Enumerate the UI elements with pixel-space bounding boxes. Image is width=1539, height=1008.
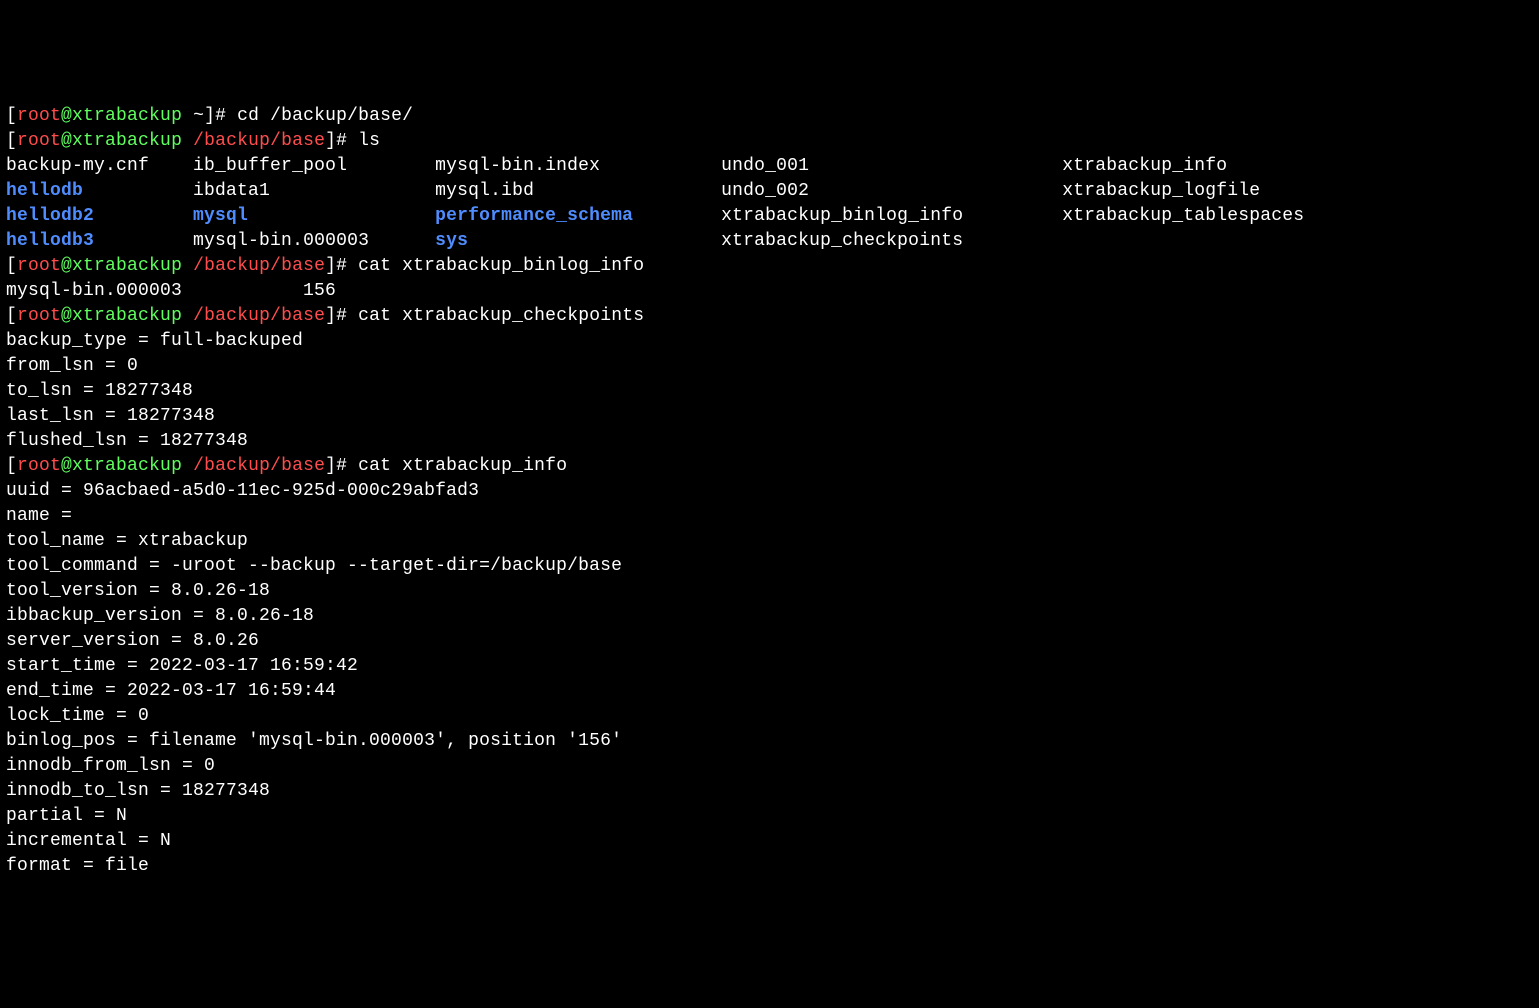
prompt-line: [root@xtrabackup /backup/base]# cat xtra…: [6, 304, 1533, 329]
prompt-line: [root@xtrabackup /backup/base]# cat xtra…: [6, 454, 1533, 479]
info-line: name =: [6, 504, 1533, 529]
info-line: incremental = N: [6, 829, 1533, 854]
checkpoint-line: last_lsn = 18277348: [6, 404, 1533, 429]
info-line: end_time = 2022-03-17 16:59:44: [6, 679, 1533, 704]
ls-row: hellodb ibdata1 mysql.ibd undo_002 xtrab…: [6, 179, 1533, 204]
terminal-output[interactable]: [root@xtrabackup ~]# cd /backup/base/[ro…: [6, 104, 1533, 879]
prompt-line: [root@xtrabackup ~]# cd /backup/base/: [6, 104, 1533, 129]
checkpoint-line: flushed_lsn = 18277348: [6, 429, 1533, 454]
info-line: format = file: [6, 854, 1533, 879]
info-line: start_time = 2022-03-17 16:59:42: [6, 654, 1533, 679]
binlog-info-line: mysql-bin.000003 156: [6, 279, 1533, 304]
ls-row: backup-my.cnf ib_buffer_pool mysql-bin.i…: [6, 154, 1533, 179]
info-line: uuid = 96acbaed-a5d0-11ec-925d-000c29abf…: [6, 479, 1533, 504]
prompt-line: [root@xtrabackup /backup/base]# cat xtra…: [6, 254, 1533, 279]
checkpoint-line: from_lsn = 0: [6, 354, 1533, 379]
checkpoint-line: backup_type = full-backuped: [6, 329, 1533, 354]
info-line: tool_command = -uroot --backup --target-…: [6, 554, 1533, 579]
info-line: tool_version = 8.0.26-18: [6, 579, 1533, 604]
info-line: tool_name = xtrabackup: [6, 529, 1533, 554]
ls-row: hellodb2 mysql performance_schema xtraba…: [6, 204, 1533, 229]
info-line: innodb_from_lsn = 0: [6, 754, 1533, 779]
checkpoint-line: to_lsn = 18277348: [6, 379, 1533, 404]
info-line: partial = N: [6, 804, 1533, 829]
ls-row: hellodb3 mysql-bin.000003 sys xtrabackup…: [6, 229, 1533, 254]
info-line: ibbackup_version = 8.0.26-18: [6, 604, 1533, 629]
info-line: server_version = 8.0.26: [6, 629, 1533, 654]
info-line: lock_time = 0: [6, 704, 1533, 729]
info-line: innodb_to_lsn = 18277348: [6, 779, 1533, 804]
info-line: binlog_pos = filename 'mysql-bin.000003'…: [6, 729, 1533, 754]
prompt-line: [root@xtrabackup /backup/base]# ls: [6, 129, 1533, 154]
